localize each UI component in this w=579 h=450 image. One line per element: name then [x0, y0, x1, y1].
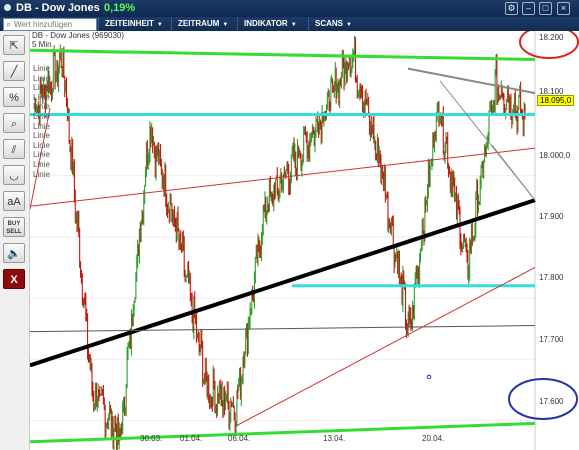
upper-channel-line [30, 147, 536, 207]
search-icon: ⌕ [6, 19, 12, 29]
line-label: Linie [33, 102, 50, 112]
pointer-add-icon[interactable]: ⇱ [3, 35, 25, 55]
menu-label: ZEITRAUM [178, 19, 220, 28]
line-label: Linie [33, 64, 50, 73]
change-percent: 0,19% [104, 2, 136, 14]
line-label: Linie [33, 150, 50, 160]
window-title: DB - Dow Jones [16, 2, 100, 14]
menu-indikator[interactable]: INDIKATOR ▼ [237, 17, 303, 31]
line-label: Linie [33, 83, 50, 93]
menu-label: SCANS [315, 19, 344, 28]
small-marker [426, 374, 432, 380]
y-tick-label: 17.600 [539, 397, 564, 406]
chevron-down-icon: ▼ [346, 22, 352, 28]
percent-tool-icon[interactable]: % [3, 87, 25, 107]
instrument-label: DB - Dow Jones (969030) [32, 31, 125, 40]
buy-sell-button[interactable]: BUY SELL [3, 217, 25, 237]
search-input[interactable] [14, 19, 94, 30]
menu-scans[interactable]: SCANS ▼ [308, 17, 358, 31]
line-label: Linie [33, 131, 50, 141]
y-tick-label: 18.000,0 [539, 151, 571, 160]
lower-channel-line [234, 266, 536, 427]
chevron-down-icon: ▼ [156, 22, 163, 28]
y-tick-label: 18.200 [539, 33, 564, 42]
title-bar: DB - Dow Jones 0,19% ⚙ – □ × [0, 0, 579, 17]
line-label: Linie [33, 92, 50, 102]
chart-info: DB - Dow Jones (969030) 5 Min [32, 31, 124, 49]
short-trend-line [491, 144, 536, 201]
text-tool-label: aA [7, 196, 21, 208]
resistance-line [30, 48, 536, 61]
line-label: Linie [33, 169, 50, 179]
horizontal-reference-line [30, 325, 536, 333]
parallel-lines-icon[interactable]: ⫽ [3, 139, 25, 159]
chevron-down-icon: ▼ [222, 22, 229, 28]
x-tick-label: 30.03. [140, 434, 163, 443]
delete-label: X [10, 274, 18, 286]
line-tool-icon[interactable]: ╱ [3, 61, 25, 81]
settings-icon[interactable]: ⚙ [505, 2, 518, 15]
y-tick-label: 17.700 [539, 335, 564, 344]
menu-label: ZEITEINHEIT [105, 19, 154, 28]
sound-icon[interactable]: 🔈 [3, 243, 25, 263]
trend-line [30, 198, 536, 368]
line-label: Linie [33, 160, 50, 169]
price-chart[interactable] [30, 31, 579, 450]
drawing-toolbar: ⇱ ╱ % ⌕ ⫽ ◡ aA BUY SELL 🔈 X [0, 31, 30, 450]
maximize-icon[interactable]: □ [539, 2, 552, 15]
y-tick-label: 17.900 [539, 212, 564, 221]
line-label: Linie [33, 112, 50, 121]
y-tick-label: 17.800 [539, 273, 564, 282]
text-tool-button[interactable]: aA [3, 191, 25, 211]
delete-drawings-button[interactable]: X [3, 269, 25, 289]
toolbar: ⌕ ZEITEINHEIT▼ ZEITRAUM▼ INDIKATOR▼ SCAN… [0, 17, 579, 31]
buy-label: BUY [7, 221, 21, 227]
arc-tool-icon[interactable]: ◡ [3, 165, 25, 185]
line-label: Linie [33, 140, 50, 150]
falling-resistance-line [407, 67, 536, 95]
menu-zeiteinheit[interactable]: ZEITEINHEIT ▼ [98, 17, 169, 31]
x-tick-label: 01.04. [180, 434, 203, 443]
minimize-icon[interactable]: – [522, 2, 535, 15]
menu-zeitraum[interactable]: ZEITRAUM ▼ [171, 17, 234, 31]
window-icon [4, 4, 11, 11]
x-tick-label: 20.04. [422, 434, 445, 443]
line-label: Linie [33, 121, 50, 131]
menu-label: INDIKATOR [244, 19, 288, 28]
current-price-tag: 18.095,0 [537, 95, 575, 106]
add-symbol-search[interactable]: ⌕ [3, 18, 97, 31]
sell-label: SELL [6, 229, 22, 235]
chart-canvas [30, 31, 579, 450]
zoom-icon[interactable]: ⌕ [3, 113, 25, 133]
x-tick-label: 13.04. [323, 434, 346, 443]
x-tick-label: 06.04. [228, 434, 251, 443]
line-label: Linie [33, 73, 50, 83]
close-icon[interactable]: × [557, 2, 570, 15]
interval-label: 5 Min [32, 40, 52, 49]
chevron-down-icon: ▼ [290, 22, 297, 28]
